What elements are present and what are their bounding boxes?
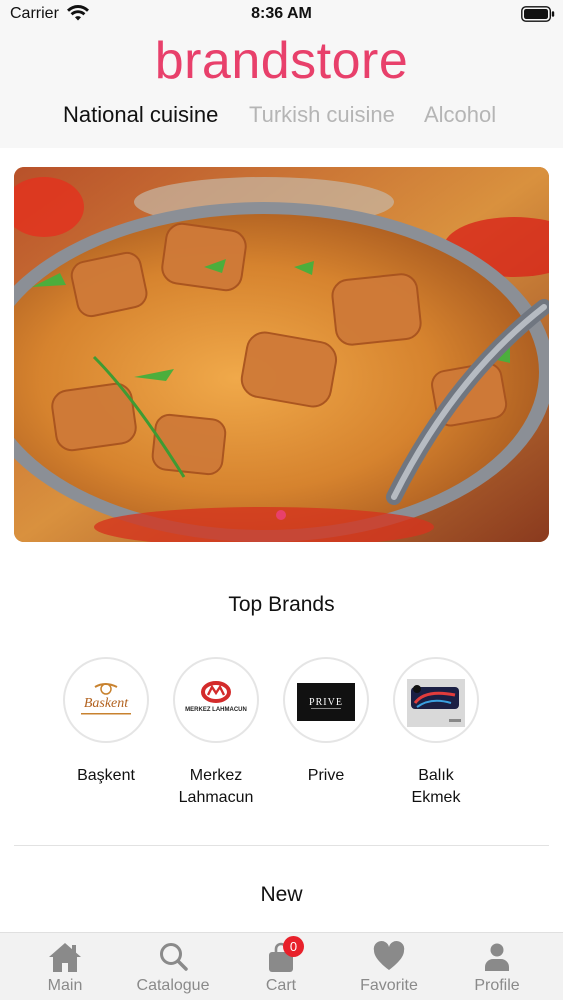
tab-national-cuisine[interactable]: National cuisine (63, 102, 218, 128)
cart-count-badge: 0 (283, 936, 304, 957)
section-divider (14, 845, 549, 846)
tabbar-profile-label: Profile (474, 977, 520, 994)
search-icon (160, 943, 188, 971)
tabbar-favorite[interactable]: Favorite (339, 933, 439, 1000)
top-brands-title: Top Brands (228, 593, 335, 616)
tabbar-catalogue-label: Catalogue (136, 977, 210, 994)
battery-icon (521, 6, 555, 22)
tabbar-main[interactable]: Main (15, 933, 115, 1000)
clock: 8:36 AM (251, 5, 312, 22)
curry-dish-image (14, 167, 549, 542)
prive-logo: PRIVE (283, 657, 369, 743)
carousel-page-indicator[interactable] (276, 510, 286, 520)
new-section-title: New (260, 883, 303, 906)
user-icon (485, 943, 509, 971)
brand-name: Prive (307, 767, 345, 784)
baskent-logo-text: Baskent (84, 696, 129, 711)
brand-name: Balık Ekmek (411, 767, 461, 806)
app-header: brandstore National cuisine Turkish cuis… (0, 30, 563, 148)
tabbar-profile[interactable]: Profile (447, 933, 547, 1000)
baskent-logo: Baskent (63, 657, 149, 743)
tabbar-cart[interactable]: 0 Cart (231, 933, 331, 1000)
tabbar-cart-label: Cart (265, 977, 297, 994)
brandstore-logo: brandstore (154, 32, 409, 90)
merkez-lahmacun-logo: MERKEZ LAHMACUN (173, 657, 259, 743)
status-bar: Carrier 8:36 AM (0, 0, 563, 30)
brand-balik-ekmek[interactable]: Balık Ekmek (392, 657, 480, 809)
brand-name: Merkez Lahmacun (178, 767, 254, 806)
brand-prive[interactable]: PRIVE Prive (282, 657, 370, 787)
brand-baskent[interactable]: Baskent Başkent (62, 657, 150, 787)
tabbar-main-label: Main (47, 977, 83, 994)
heart-icon (373, 941, 405, 970)
merkez-logo-text: MERKEZ LAHMACUN (185, 707, 247, 713)
balik-ekmek-logo (393, 657, 479, 743)
bottom-tab-bar: Main Catalogue 0 Cart Favorite Profile (0, 932, 563, 1000)
brand-name: Başkent (77, 767, 135, 784)
tab-turkish-cuisine[interactable]: Turkish cuisine (249, 102, 395, 128)
tabbar-favorite-label: Favorite (360, 977, 418, 994)
home-icon (49, 943, 81, 972)
tabbar-catalogue[interactable]: Catalogue (123, 933, 223, 1000)
brand-merkez-lahmacun[interactable]: MERKEZ LAHMACUN Merkez Lahmacun (172, 657, 260, 809)
hero-banner[interactable] (14, 167, 549, 542)
prive-logo-text: PRIVE (309, 697, 343, 708)
tab-alcohol[interactable]: Alcohol (424, 102, 496, 128)
